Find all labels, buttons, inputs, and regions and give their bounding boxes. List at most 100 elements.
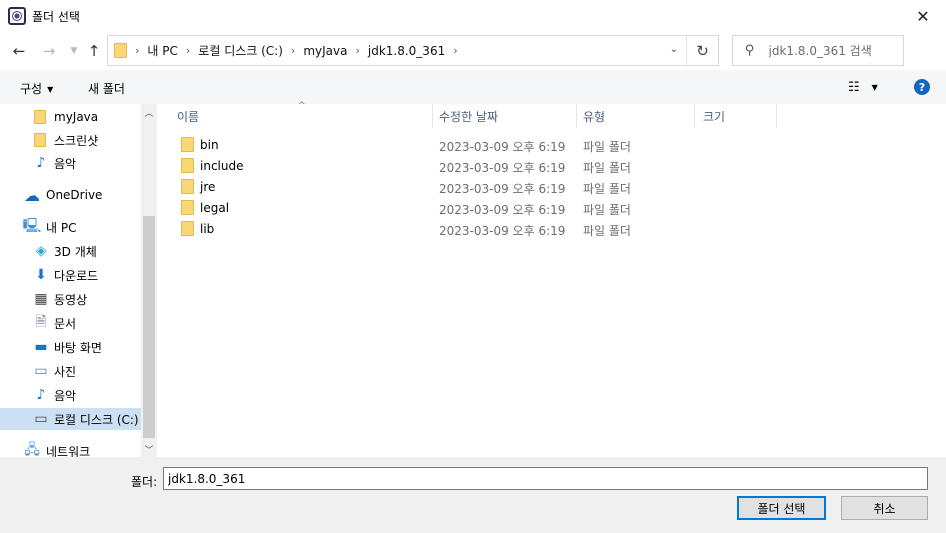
dialog-footer: 폴더: 폴더 선택 취소	[0, 457, 946, 533]
details-view-icon: ☷	[848, 80, 860, 95]
network-icon: 🖧	[24, 442, 40, 457]
cancel-button[interactable]: 취소	[841, 496, 928, 520]
organize-menu[interactable]: 구성 ▼	[20, 80, 53, 97]
sidebar-item-label: 스크린샷	[54, 133, 99, 148]
app-icon	[8, 7, 26, 25]
table-row[interactable]: bin 2023-03-09 오후 6:19 파일 폴더	[159, 134, 699, 155]
sidebar-item-myjava[interactable]: myJava	[0, 106, 141, 128]
new-folder-label: 새 폴더	[88, 82, 125, 96]
column-header-size[interactable]: 크기	[695, 104, 777, 128]
file-name: include	[200, 158, 244, 173]
column-header-label: 이름	[177, 109, 200, 124]
sidebar-item-onedrive[interactable]: ☁ OneDrive	[0, 184, 141, 206]
file-modified: 2023-03-09 오후 6:19	[439, 224, 566, 238]
forward-button[interactable]: →	[38, 39, 60, 63]
sidebar-item-label: 네트워크	[46, 444, 91, 458]
sidebar-item-pictures[interactable]: ▭ 사진	[0, 360, 141, 382]
chevron-down-icon: ﹀	[144, 445, 154, 456]
chevron-right-icon[interactable]: ›	[135, 44, 139, 57]
scroll-up-button[interactable]: ︿	[141, 104, 157, 120]
up-button[interactable]: ↑	[83, 39, 105, 63]
sidebar-item-music-quick[interactable]: ♪ 음악	[0, 152, 141, 174]
chevron-up-icon: ︿	[144, 108, 154, 119]
scrollbar-thumb[interactable]	[143, 216, 155, 438]
close-button[interactable]: ✕	[900, 0, 946, 32]
table-row[interactable]: legal 2023-03-09 오후 6:19 파일 폴더	[159, 197, 699, 218]
file-type: 파일 폴더	[583, 140, 631, 154]
search-icon: ⚲	[745, 43, 755, 58]
sidebar-item-label: OneDrive	[46, 188, 103, 202]
file-type: 파일 폴더	[583, 161, 631, 175]
breadcrumb-myjava[interactable]: myJava	[303, 44, 347, 58]
column-header-label: 크기	[703, 109, 726, 124]
address-bar[interactable]: › 내 PC › 로컬 디스크 (C:) › myJava › jdk1.8.0…	[107, 35, 719, 66]
sidebar-item-label: 다운로드	[54, 268, 99, 283]
back-button[interactable]: ←	[8, 39, 30, 63]
new-folder-button[interactable]: 새 폴더	[88, 80, 125, 97]
sidebar-item-local-disk[interactable]: ▭ 로컬 디스크 (C:)	[0, 408, 141, 430]
folder-icon	[181, 179, 194, 194]
folder-icon	[181, 137, 194, 152]
desktop-icon: ▬	[34, 339, 48, 355]
table-row[interactable]: jre 2023-03-09 오후 6:19 파일 폴더	[159, 176, 699, 197]
music-note-icon: ♪	[36, 155, 46, 171]
file-modified: 2023-03-09 오후 6:19	[439, 161, 566, 175]
file-type: 파일 폴더	[583, 203, 631, 217]
file-name: lib	[200, 221, 215, 236]
chevron-right-icon[interactable]: ›	[355, 44, 359, 57]
column-header-name[interactable]: ^ 이름	[159, 101, 433, 128]
sidebar-item-label: 동영상	[54, 292, 88, 307]
file-name: legal	[200, 200, 230, 215]
file-modified: 2023-03-09 오후 6:19	[439, 140, 566, 154]
table-row[interactable]: lib 2023-03-09 오후 6:19 파일 폴더	[159, 218, 699, 239]
folder-icon	[181, 200, 194, 215]
forward-arrow-icon: →	[42, 42, 56, 60]
caret-down-icon: ▼	[871, 83, 878, 92]
scroll-down-button[interactable]: ﹀	[141, 441, 157, 457]
column-header-type[interactable]: 유형	[577, 104, 695, 128]
sidebar-item-screenshots[interactable]: 스크린샷	[0, 129, 141, 151]
sidebar-item-3d-objects[interactable]: ◈ 3D 개체	[0, 240, 141, 262]
sidebar-item-label: 음악	[54, 156, 77, 171]
column-header-label: 유형	[583, 109, 606, 124]
navigation-bar: ← → ▼ ↑ › 내 PC › 로컬 디스크 (C:) › myJava › …	[0, 32, 946, 70]
navigation-scrollbar[interactable]: ︿ ﹀	[141, 104, 157, 457]
table-row[interactable]: include 2023-03-09 오후 6:19 파일 폴더	[159, 155, 699, 176]
file-type: 파일 폴더	[583, 182, 631, 196]
sort-ascending-icon: ^	[298, 101, 306, 111]
sidebar-item-label: 로컬 디스크 (C:)	[54, 412, 139, 427]
sidebar-item-music[interactable]: ♪ 음악	[0, 384, 141, 406]
sidebar-item-label: 사진	[54, 364, 77, 379]
sidebar-item-downloads[interactable]: ⬇ 다운로드	[0, 264, 141, 286]
breadcrumb-local-disk[interactable]: 로컬 디스크 (C:)	[198, 42, 283, 59]
chevron-right-icon[interactable]: ›	[291, 44, 295, 57]
organize-label: 구성	[20, 82, 43, 96]
chevron-right-icon[interactable]: ›	[186, 44, 190, 57]
refresh-button[interactable]: ↻	[686, 36, 718, 65]
search-box[interactable]: ⚲	[732, 35, 904, 66]
sidebar-item-network[interactable]: 🖧 네트워크	[0, 440, 141, 457]
file-type: 파일 폴더	[583, 224, 631, 238]
help-button[interactable]: ?	[914, 79, 930, 95]
up-arrow-icon: ↑	[87, 42, 101, 60]
recent-locations-button[interactable]: ▼	[63, 39, 85, 63]
sidebar-item-documents[interactable]: 🗎 문서	[0, 312, 141, 334]
download-arrow-icon: ⬇	[35, 267, 47, 283]
refresh-icon: ↻	[696, 41, 709, 60]
sidebar-item-videos[interactable]: ▦ 동영상	[0, 288, 141, 310]
search-input[interactable]	[768, 43, 899, 58]
folder-icon	[181, 221, 194, 236]
breadcrumb-this-pc[interactable]: 내 PC	[147, 42, 177, 59]
address-history-dropdown[interactable]: ⌄	[670, 44, 678, 55]
sidebar-item-this-pc[interactable]: 🖳 내 PC	[0, 216, 141, 238]
sidebar-item-desktop[interactable]: ▬ 바탕 화면	[0, 336, 141, 358]
select-folder-button[interactable]: 폴더 선택	[737, 496, 826, 520]
sidebar-item-label: 바탕 화면	[54, 340, 102, 355]
folder-name-input[interactable]	[163, 467, 928, 490]
view-options-button[interactable]: ☷ ▼	[848, 80, 878, 95]
column-header-modified[interactable]: 수정한 날짜	[433, 104, 577, 128]
chevron-right-icon[interactable]: ›	[453, 44, 457, 57]
breadcrumb-jdk[interactable]: jdk1.8.0_361	[368, 44, 445, 58]
file-name: bin	[200, 137, 219, 152]
picture-icon: ▭	[34, 363, 48, 379]
